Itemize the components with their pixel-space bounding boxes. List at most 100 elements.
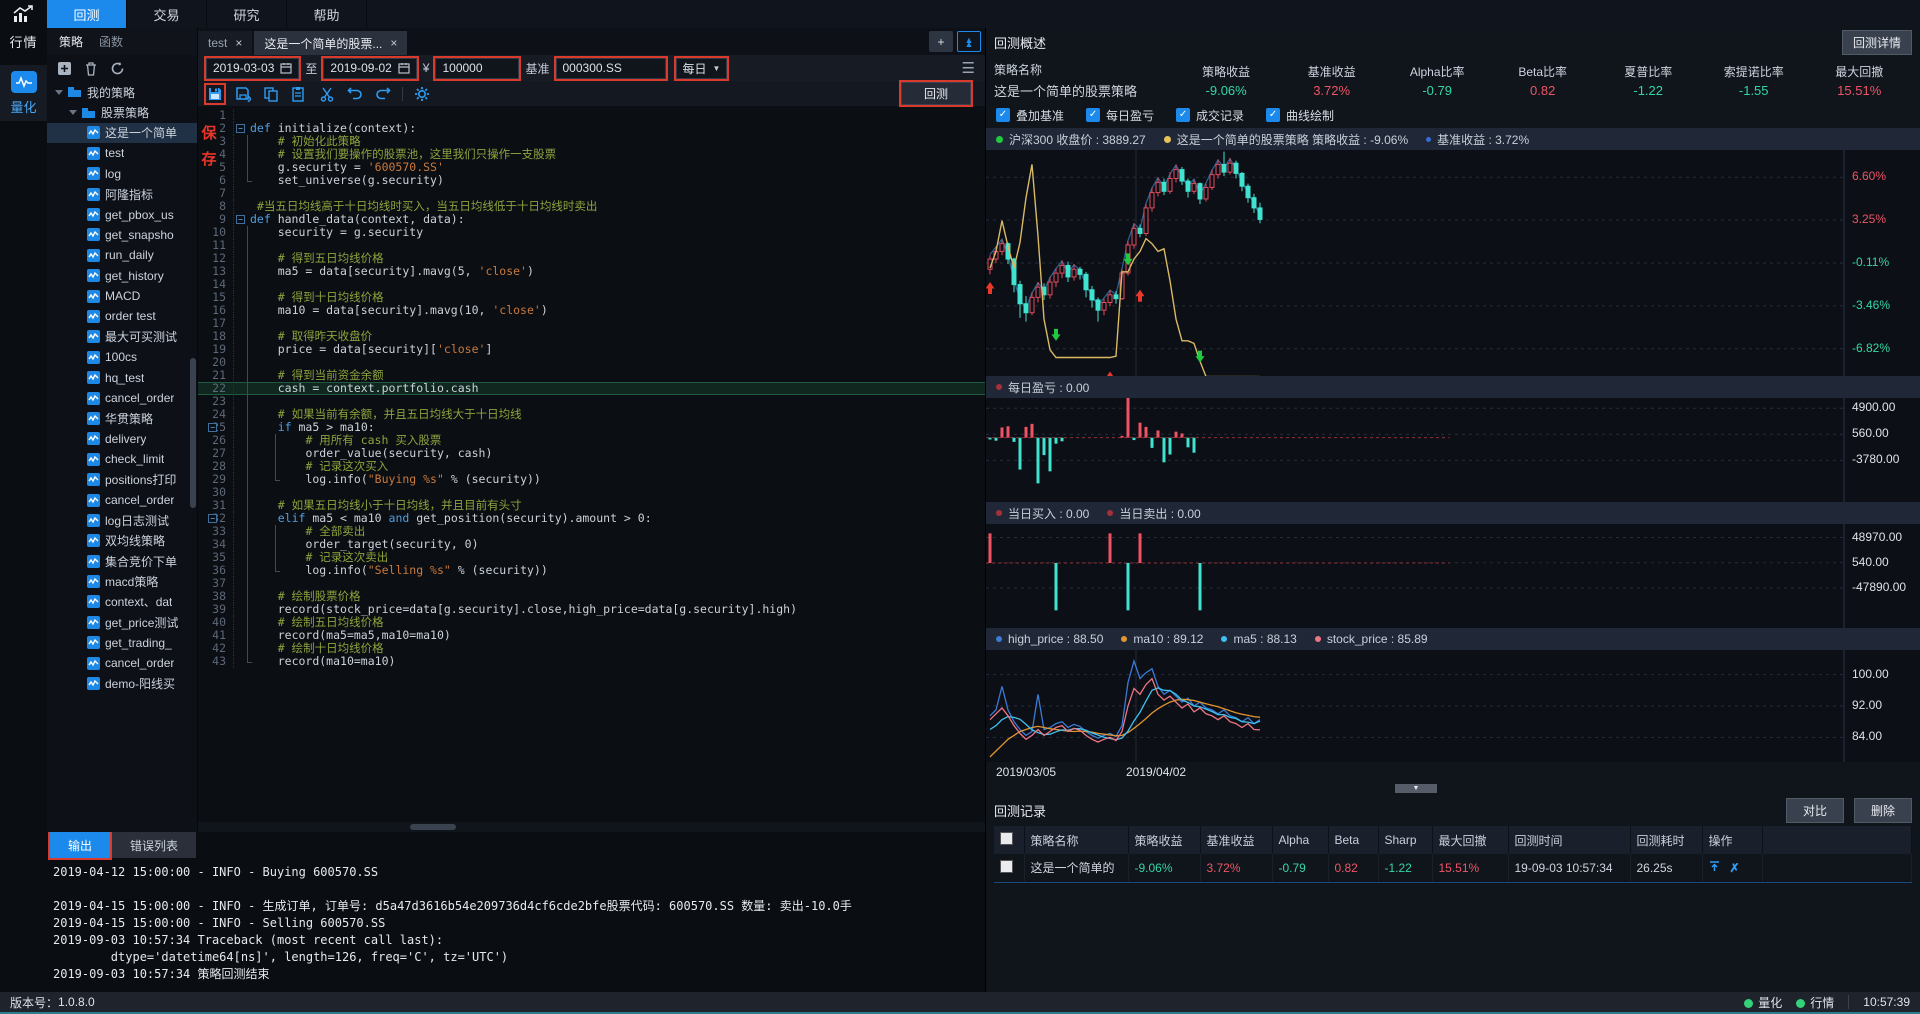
chart-scroll-indicator[interactable]: ▼ <box>986 784 1920 794</box>
col-header[interactable]: 策略收益 <box>1128 826 1200 854</box>
save-as-button[interactable] <box>234 85 252 103</box>
tree-file[interactable]: get_trading_ <box>47 633 197 653</box>
checkbox-曲线绘制[interactable]: ✓曲线绘制 <box>1266 107 1334 124</box>
tree-folder[interactable]: 我的策略 <box>47 82 197 102</box>
menu-回测[interactable]: 回测 <box>47 0 127 28</box>
tree-file[interactable]: positions打印 <box>47 469 197 489</box>
col-header[interactable]: 回测耗时 <box>1630 826 1702 854</box>
tree-file[interactable]: 双均线策略 <box>47 531 197 551</box>
fold-toggle-icon[interactable]: − <box>208 423 217 432</box>
menu-交易[interactable]: 交易 <box>127 0 207 28</box>
fold-toggle-icon[interactable]: − <box>208 514 217 523</box>
calendar-icon[interactable] <box>280 62 292 74</box>
col-header[interactable]: Beta <box>1328 826 1378 854</box>
code-line[interactable]: 6set_universe(g.security) <box>198 174 985 187</box>
output-tab-错误列表[interactable]: 错误列表 <box>112 832 196 858</box>
tree-folder[interactable]: 股票策略 <box>47 102 197 122</box>
hscroll-handle[interactable] <box>410 824 456 830</box>
select-all-checkbox[interactable] <box>1000 832 1013 845</box>
settings-gear-icon[interactable] <box>413 85 431 103</box>
code-line[interactable]: 29log.info("Buying %s" % (security)) <box>198 473 985 486</box>
record-row[interactable]: 这是一个简单的-9.06%3.72%-0.790.82-1.2215.51%19… <box>994 854 1912 882</box>
copy-button[interactable] <box>262 85 280 103</box>
close-tab-icon[interactable]: × <box>235 36 242 50</box>
output-tab-输出[interactable]: 输出 <box>50 832 110 858</box>
paste-button[interactable] <box>290 85 308 103</box>
expand-panel-button[interactable]: ▲▲ <box>957 31 981 52</box>
menu-研究[interactable]: 研究 <box>207 0 287 28</box>
tree-file[interactable]: context、dat <box>47 592 197 612</box>
redo-button[interactable] <box>374 85 392 103</box>
sidebar-tab-函数[interactable]: 函数 <box>99 33 123 50</box>
sidebar-tab-策略[interactable]: 策略 <box>59 33 83 50</box>
run-backtest-button[interactable]: 回测 <box>901 82 971 105</box>
frequency-select[interactable]: 每日 ▼ <box>676 58 728 79</box>
code-line[interactable]: 19price = data[security]['close'] <box>198 343 985 356</box>
menu-帮助[interactable]: 帮助 <box>287 0 367 28</box>
daily-pnl-chart[interactable]: 4900.00560.00-3780.00 <box>986 398 1920 502</box>
records-删除-button[interactable]: 删除 <box>1854 798 1912 823</box>
checkbox-叠加基准[interactable]: ✓叠加基准 <box>996 107 1064 124</box>
initial-cash-input[interactable]: 100000 <box>435 58 519 79</box>
tree-file[interactable]: test <box>47 143 197 163</box>
col-header[interactable]: Sharp <box>1378 826 1432 854</box>
tree-file[interactable]: get_pbox_us <box>47 204 197 224</box>
new-strategy-icon[interactable] <box>57 61 72 76</box>
app-logo[interactable] <box>0 0 47 28</box>
col-header[interactable]: 操作 <box>1702 826 1762 854</box>
refresh-icon[interactable] <box>110 61 125 76</box>
end-date-input[interactable]: 2019-09-02 <box>323 58 416 79</box>
tree-file[interactable]: demo-阳线买 <box>47 673 197 693</box>
tree-file[interactable]: cancel_order <box>47 653 197 673</box>
tree-file[interactable]: check_limit <box>47 449 197 469</box>
start-date-input[interactable]: 2019-03-03 <box>206 58 299 79</box>
tree-file[interactable]: get_price测试 <box>47 612 197 632</box>
code-line[interactable]: 36log.info("Selling %s" % (security)) <box>198 564 985 577</box>
col-header[interactable]: 策略名称 <box>1024 826 1128 854</box>
price-lines-chart[interactable]: 100.0092.0084.00 <box>986 650 1920 762</box>
col-header[interactable]: 基准收益 <box>1200 826 1272 854</box>
tree-file[interactable]: 集合竞价下单 <box>47 551 197 571</box>
records-对比-button[interactable]: 对比 <box>1786 798 1844 823</box>
tree-file[interactable]: MACD <box>47 286 197 306</box>
tree-file[interactable]: 华贯策略 <box>47 408 197 428</box>
tree-file[interactable]: log日志测试 <box>47 510 197 530</box>
tree-file[interactable]: macd策略 <box>47 571 197 591</box>
export-record-icon[interactable] <box>1709 861 1720 875</box>
backtest-detail-button[interactable]: 回测详情 <box>1842 30 1912 55</box>
tree-file[interactable]: run_daily <box>47 245 197 265</box>
cut-button[interactable] <box>318 85 336 103</box>
fold-toggle-icon[interactable]: − <box>236 215 245 224</box>
tree-file[interactable]: 阿隆指标 <box>47 184 197 204</box>
checkbox-成交记录[interactable]: ✓成交记录 <box>1176 107 1244 124</box>
save-button[interactable] <box>206 85 224 103</box>
rail-quant-nav[interactable]: 量化 <box>0 65 47 121</box>
code-line[interactable]: 10security = g.security <box>198 226 985 239</box>
hamburger-menu-icon[interactable]: ☰ <box>962 59 975 77</box>
tree-file[interactable]: order test <box>47 306 197 326</box>
editor-tab[interactable]: test× <box>198 31 252 55</box>
delete-record-icon[interactable]: ✗ <box>1730 861 1740 875</box>
calendar-icon[interactable] <box>398 62 410 74</box>
row-checkbox[interactable] <box>1000 860 1013 873</box>
return-candlestick-chart[interactable]: 6.60%3.25%-0.11%-3.46%-6.82% <box>986 150 1920 376</box>
close-tab-icon[interactable]: × <box>390 36 397 50</box>
daily-trade-chart[interactable]: 48970.00540.00-47890.00 <box>986 524 1920 628</box>
tree-file[interactable]: get_snapsho <box>47 225 197 245</box>
tree-file[interactable]: log <box>47 164 197 184</box>
scroll-handle[interactable]: ▼ <box>1395 784 1437 793</box>
tree-file[interactable]: get_history <box>47 266 197 286</box>
col-header[interactable]: 最大回撤 <box>1432 826 1508 854</box>
col-header[interactable]: Alpha <box>1272 826 1328 854</box>
rail-market-nav[interactable]: 行情 <box>9 32 37 51</box>
code-line[interactable]: 13ma5 = data[security].mavg(5, 'close') <box>198 265 985 278</box>
checkbox-每日盈亏[interactable]: ✓每日盈亏 <box>1086 107 1154 124</box>
editor-tab[interactable]: 这是一个简单的股票...× <box>254 31 407 55</box>
tree-file[interactable]: 这是一个简单 <box>47 123 197 143</box>
tree-file[interactable]: delivery <box>47 429 197 449</box>
current-code-line[interactable]: 22cash = context.portfolio.cash <box>198 382 985 395</box>
undo-button[interactable] <box>346 85 364 103</box>
tree-file[interactable]: 最大可买测试 <box>47 327 197 347</box>
tree-file[interactable]: hq_test <box>47 367 197 387</box>
add-tab-button[interactable]: + <box>929 31 953 52</box>
